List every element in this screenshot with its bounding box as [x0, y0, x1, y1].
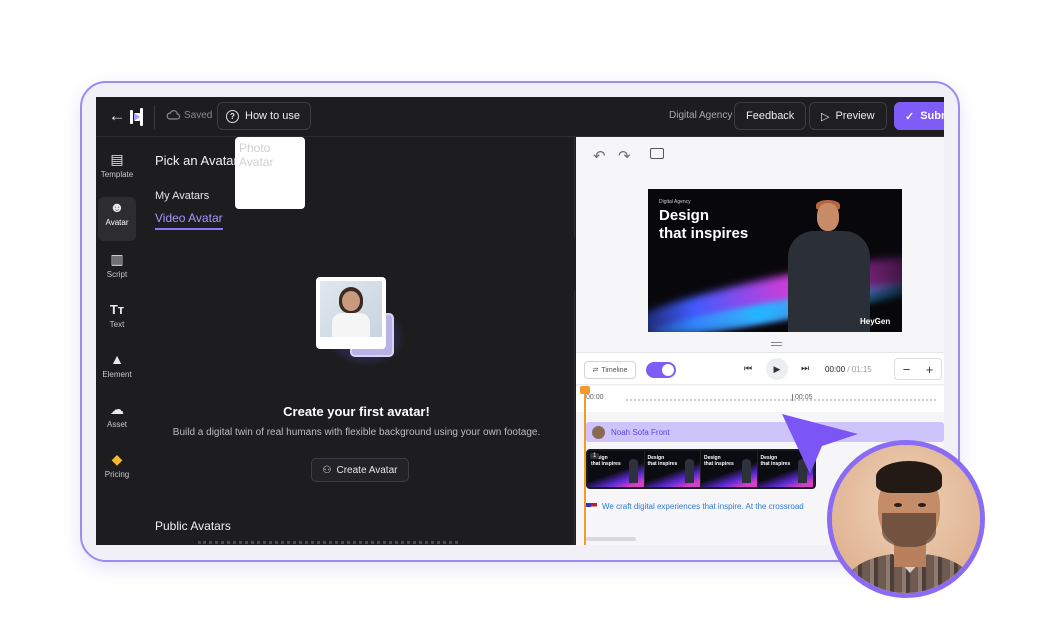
diamond-icon: ◆ [111, 450, 123, 467]
timeline-controls: ⇄ Timeline ⏮ ▶ ⏭ 00:00 / 01:15 − + [576, 352, 944, 385]
panel-title: Pick an Avatar [155, 153, 238, 168]
timeline-toggle[interactable] [646, 362, 676, 378]
sidebar-item-label: Avatar [105, 218, 129, 227]
template-icon: ▤ [110, 150, 124, 167]
timeline-label: Timeline [601, 366, 628, 374]
create-avatar-label: Create Avatar [336, 464, 398, 476]
divider [154, 105, 155, 129]
feedback-button[interactable]: Feedback [734, 102, 807, 130]
truncated-row [198, 541, 458, 544]
empty-state-description: Build a digital twin of real humans with… [172, 427, 541, 438]
avatar-thumbnail [592, 425, 605, 439]
submit-button[interactable]: ✓ Subm [894, 102, 944, 130]
presenter-photo [827, 440, 985, 598]
sidebar-item-element[interactable]: ▲ Element [96, 349, 138, 393]
avatar-figure [788, 231, 870, 332]
avatar-track[interactable]: Noah Sofa Front [586, 422, 944, 442]
zoom-out-icon[interactable]: − [903, 362, 911, 377]
back-arrow-icon[interactable]: ← [106, 105, 128, 127]
canvas-kicker: Digital Agency [659, 199, 691, 205]
timeline-ruler: 00:00 00:05 [576, 386, 944, 412]
undo-icon[interactable]: ↶ [593, 147, 606, 165]
timeline-icon: ⇄ [592, 367, 599, 374]
how-to-use-label: How to use [245, 110, 301, 122]
tab-video-avatar[interactable]: Video Avatar [155, 211, 223, 230]
avatar-icon: ☻ [109, 199, 125, 215]
sidebar-item-template[interactable]: ▤ Template [96, 149, 138, 193]
ruler-start: 00:00 [586, 394, 604, 401]
sidebar-item-script[interactable]: ▥ Script [96, 249, 138, 293]
sidebar-item-text[interactable]: Tт Text [96, 299, 138, 343]
preview-button[interactable]: ▷ Preview [809, 102, 887, 130]
upload-cloud-icon: ☁ [110, 400, 124, 417]
sidebar-item-label: Text [109, 320, 125, 329]
scene-number: 1 [590, 453, 600, 459]
empty-state-title: Create your first avatar! [283, 404, 430, 419]
skip-forward-icon[interactable]: ⏭ [801, 363, 809, 374]
video-canvas[interactable]: Digital Agency Design that inspires HeyG… [648, 189, 902, 332]
sidebar-item-label: Script [106, 270, 128, 279]
public-avatars-heading: Public Avatars [155, 519, 231, 533]
time-display: 00:00 / 01:15 [825, 365, 872, 374]
top-bar: ← Saved ? How to use Digital Agency Feed… [96, 97, 944, 137]
ruler-mark: 00:05 [792, 394, 813, 401]
script-text: We craft digital experiences that inspir… [602, 501, 804, 511]
sidebar-item-label: Asset [106, 420, 127, 429]
play-button[interactable]: ▶ [766, 358, 788, 380]
submit-label: Subm [920, 110, 944, 122]
script-icon: ▥ [110, 250, 124, 267]
play-outline-icon: ▷ [821, 110, 830, 123]
sidebar-item-avatar[interactable]: ☻ Avatar [98, 197, 136, 241]
add-user-icon: ⚇ [322, 464, 332, 476]
check-icon: ✓ [905, 110, 915, 123]
monitor-icon[interactable] [650, 148, 664, 159]
avatar-track-label: Noah Sofa Front [611, 427, 670, 437]
zoom-in-icon[interactable]: + [926, 362, 934, 377]
sidebar-item-label: Template [100, 170, 134, 179]
text-icon: Tт [109, 301, 125, 317]
sidebar-item-label: Pricing [104, 470, 130, 479]
workspace-name: Digital Agency [669, 110, 733, 121]
preview-label: Preview [835, 110, 875, 122]
sidebar: ▤ Template ☻ Avatar ▥ Script Tт Text ▲ E… [96, 137, 138, 545]
zoom-control[interactable]: − + [894, 358, 942, 380]
sidebar-item-pricing[interactable]: ◆ Pricing [96, 449, 138, 493]
redo-icon[interactable]: ↷ [618, 147, 631, 165]
brand-logo-icon [130, 108, 144, 126]
playhead[interactable] [580, 386, 590, 545]
watermark: HeyGen [860, 317, 891, 326]
question-icon: ? [226, 109, 239, 123]
save-status: Saved [166, 109, 212, 121]
create-avatar-button[interactable]: ⚇ Create Avatar [311, 458, 409, 482]
sidebar-item-asset[interactable]: ☁ Asset [96, 399, 138, 443]
scene-thumbnail: Design that inspires [644, 451, 701, 487]
us-flag-icon [586, 502, 597, 510]
timeline-button[interactable]: ⇄ Timeline [584, 361, 636, 379]
scene-thumbnail: Design that inspires [701, 451, 758, 487]
element-icon: ▲ [110, 351, 124, 367]
horizontal-scrollbar[interactable] [586, 537, 636, 541]
tab-photo-avatar[interactable]: Photo Avatar [235, 137, 305, 209]
sidebar-item-label: Element [102, 370, 132, 379]
my-avatars-heading: My Avatars [155, 190, 210, 202]
skip-back-icon[interactable]: ⏮ [744, 363, 752, 374]
how-to-use-button[interactable]: ? How to use [217, 102, 312, 130]
cloud-icon [166, 110, 180, 120]
saved-label: Saved [184, 109, 213, 121]
empty-state-illustration [298, 277, 418, 377]
resize-handle[interactable] [771, 342, 782, 346]
avatar-panel: Pick an Avatar My Avatars Video Avatar P… [138, 137, 575, 545]
canvas-headline: Design that inspires [659, 207, 749, 242]
